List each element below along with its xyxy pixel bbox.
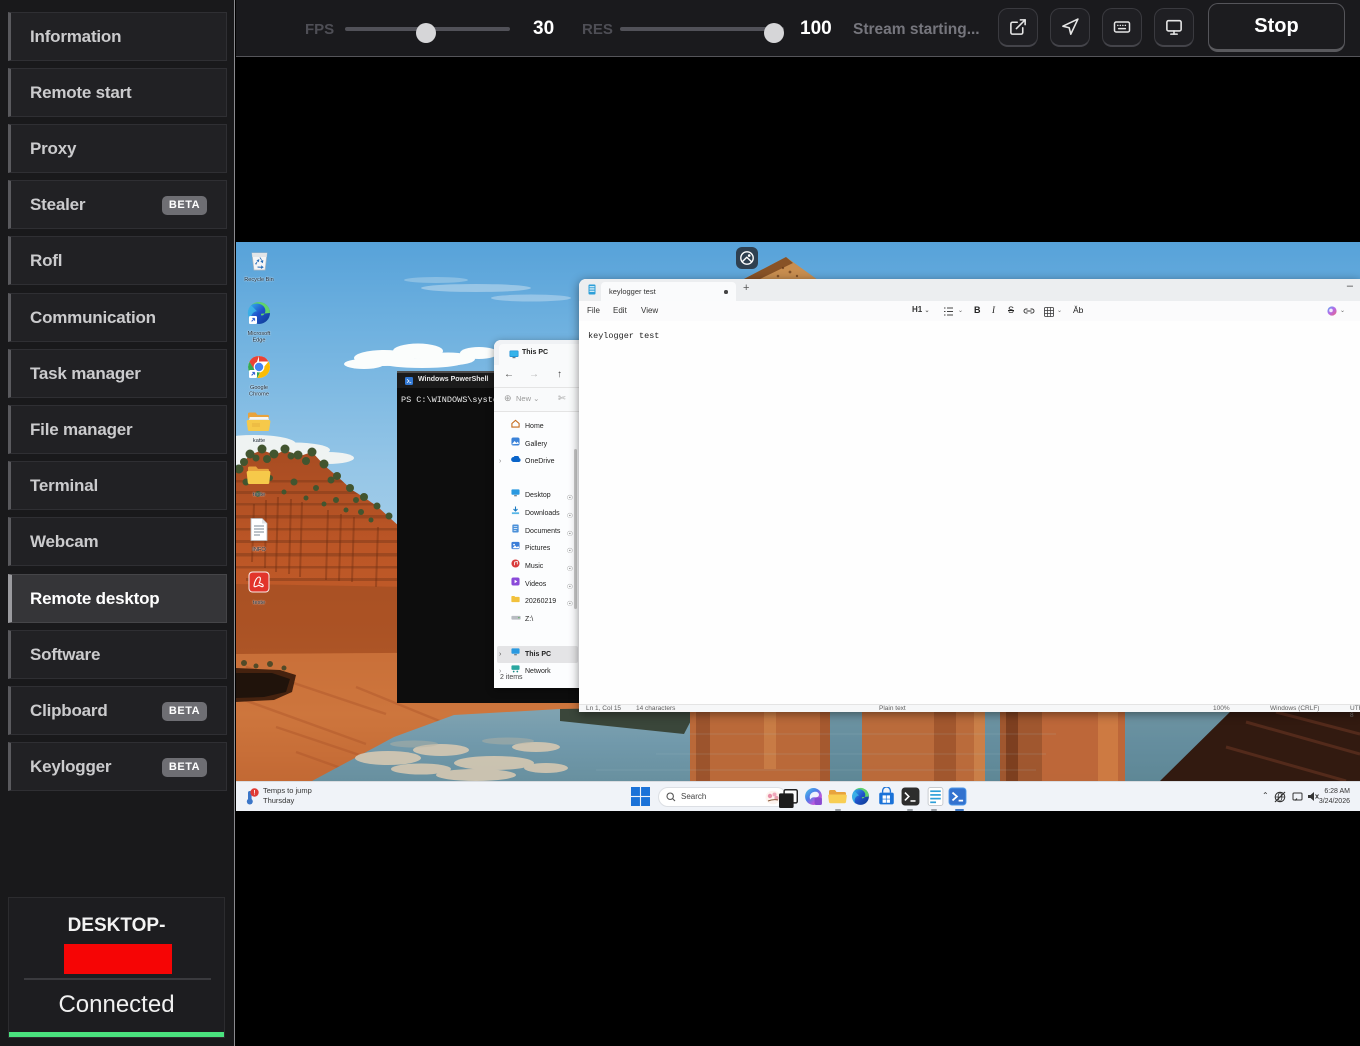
svg-text:!: ! bbox=[254, 791, 256, 797]
